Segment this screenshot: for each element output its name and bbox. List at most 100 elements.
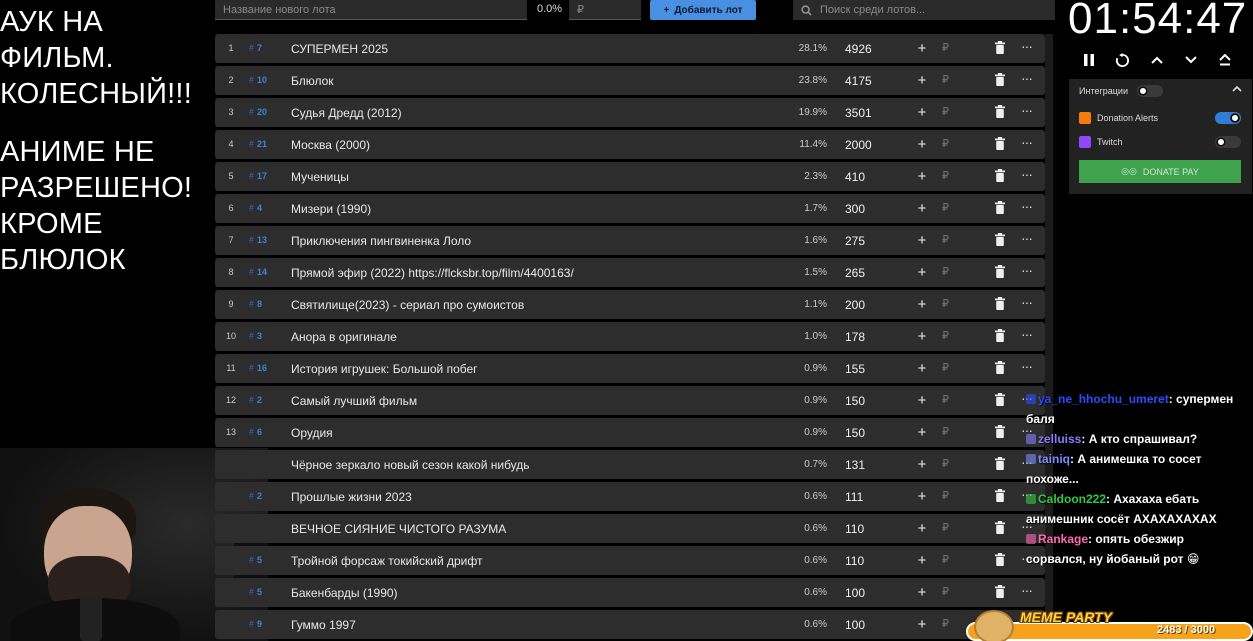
lot-name[interactable]: Москва (2000)	[291, 138, 370, 152]
trash-icon[interactable]	[995, 265, 1005, 278]
pause-icon[interactable]	[1080, 50, 1097, 70]
ruble-input[interactable]: ₽	[942, 393, 949, 406]
lot-name[interactable]: История игрушек: Большой побег	[291, 362, 478, 376]
more-icon[interactable]: ···	[1021, 166, 1033, 182]
lot-row[interactable]: #5 Тройной форсаж токийский дрифт 0.6% 110 +…	[215, 546, 1045, 575]
ruble-input[interactable]: ₽	[942, 521, 949, 534]
lot-name[interactable]: Судья Дредд (2012)	[291, 106, 402, 120]
lot-name[interactable]: СУПЕРМЕН 2025	[291, 42, 388, 56]
lot-name[interactable]: Анора в оригинале	[291, 330, 397, 344]
ruble-input[interactable]: ₽	[942, 553, 949, 566]
ruble-input[interactable]: ₽	[942, 105, 949, 118]
lot-amount[interactable]: 265	[845, 266, 865, 280]
lot-row[interactable]: 9 #8 Святилище(2023) - сериал про сумоисто…	[215, 290, 1045, 319]
lot-row[interactable]: 10 #3 Анора в оригинале 1.0% 178 + ₽ ···	[215, 322, 1045, 351]
ruble-input[interactable]: ₽	[942, 585, 949, 598]
lot-amount[interactable]: 110	[845, 554, 864, 568]
lot-row[interactable]: 11 #16 История игрушек: Большой побег 0.9% 1…	[215, 354, 1045, 383]
plus-icon[interactable]: +	[916, 72, 928, 89]
new-lot-name-input[interactable]	[215, 0, 527, 20]
plus-icon[interactable]: +	[916, 552, 928, 569]
more-icon[interactable]: ···	[1021, 134, 1033, 150]
plus-icon[interactable]: +	[916, 264, 928, 281]
double-up-icon[interactable]	[1216, 50, 1233, 70]
lot-amount[interactable]: 200	[845, 298, 865, 312]
lot-row[interactable]: 13 #6 Орудия 0.9% 150 + ₽ ···	[215, 418, 1045, 447]
ruble-input[interactable]: ₽	[942, 361, 949, 374]
ruble-input[interactable]: ₽	[942, 73, 949, 86]
donate-pay-button[interactable]: ◎◎ DONATE PAY	[1079, 160, 1241, 183]
lot-name[interactable]: Гуммо 1997	[291, 618, 356, 632]
lot-row[interactable]: 3 #20 Судья Дредд (2012) 19.9% 3501 + ₽ ···	[215, 98, 1045, 127]
lot-name[interactable]: Орудия	[291, 426, 333, 440]
trash-icon[interactable]	[995, 489, 1005, 502]
chevron-down-icon[interactable]	[1182, 50, 1199, 70]
lot-name[interactable]: Прямой эфир (2022) https://flcksbr.top/f…	[291, 266, 574, 280]
ruble-input[interactable]: ₽	[942, 233, 949, 246]
reset-icon[interactable]	[1114, 50, 1131, 70]
donation-alerts-toggle[interactable]	[1215, 112, 1241, 124]
lot-name[interactable]: Святилище(2023) - сериал про сумоистов	[291, 298, 524, 312]
lot-name[interactable]: Самый лучший фильм	[291, 394, 417, 408]
lot-row[interactable]: 8 #14 Прямой эфир (2022) https://flcksbr.t…	[215, 258, 1045, 287]
lot-row[interactable]: 4 #21 Москва (2000) 11.4% 2000 + ₽ ···	[215, 130, 1045, 159]
trash-icon[interactable]	[995, 73, 1005, 86]
plus-icon[interactable]: +	[916, 392, 928, 409]
lot-name[interactable]: Блюлок	[291, 74, 334, 88]
more-icon[interactable]: ···	[1021, 358, 1033, 374]
more-icon[interactable]: ···	[1021, 230, 1033, 246]
lot-name[interactable]: Мизери (1990)	[291, 202, 371, 216]
lot-amount[interactable]: 110	[845, 522, 864, 536]
plus-icon[interactable]: +	[916, 456, 928, 473]
plus-icon[interactable]: +	[916, 328, 928, 345]
trash-icon[interactable]	[995, 297, 1005, 310]
trash-icon[interactable]	[995, 105, 1005, 118]
trash-icon[interactable]	[995, 41, 1005, 54]
trash-icon[interactable]	[995, 521, 1005, 534]
lot-row[interactable]: #5 Бакенбарды (1990) 0.6% 100 + ₽ ···	[215, 578, 1045, 607]
lot-name[interactable]: Тройной форсаж токийский дрифт	[291, 554, 482, 568]
lot-name[interactable]: Чёрное зеркало новый сезон какой нибудь	[291, 458, 530, 472]
lot-amount[interactable]: 100	[845, 618, 865, 632]
lot-name[interactable]: Мученицы	[291, 170, 349, 184]
lot-row[interactable]: 1 #7 СУПЕРМЕН 2025 28.1% 4926 + ₽ ···	[215, 34, 1045, 63]
lot-row[interactable]: #2Прошлые жизни 20230.6%111+₽···	[215, 482, 1045, 511]
trash-icon[interactable]	[995, 553, 1005, 566]
twitch-toggle[interactable]	[1215, 136, 1241, 148]
ruble-input[interactable]: ₽	[942, 617, 949, 630]
lot-amount[interactable]: 300	[845, 202, 865, 216]
new-lot-amount-input[interactable]	[569, 0, 641, 20]
lot-row[interactable]: 5 #17 Мученицы 2.3% 410 + ₽ ···	[215, 162, 1045, 191]
lot-amount[interactable]: 150	[845, 394, 865, 408]
plus-icon[interactable]: +	[916, 136, 928, 153]
more-icon[interactable]: ···	[1021, 294, 1033, 310]
plus-icon[interactable]: +	[916, 104, 928, 121]
lot-amount[interactable]: 4175	[845, 74, 872, 88]
trash-icon[interactable]	[995, 169, 1005, 182]
plus-icon[interactable]: +	[916, 40, 928, 57]
plus-icon[interactable]: +	[916, 488, 928, 505]
lot-row[interactable]: #9Гуммо 19970.6%100+₽···	[215, 610, 1045, 639]
ruble-input[interactable]: ₽	[942, 297, 949, 310]
plus-icon[interactable]: +	[916, 520, 928, 537]
plus-icon[interactable]: +	[916, 616, 928, 633]
chevron-up-icon[interactable]	[1232, 83, 1242, 95]
more-icon[interactable]: ···	[1021, 582, 1033, 598]
more-icon[interactable]: ···	[1021, 326, 1033, 342]
trash-icon[interactable]	[995, 585, 1005, 598]
trash-icon[interactable]	[995, 201, 1005, 214]
lot-row[interactable]: 2 #10 Блюлок 23.8% 4175 + ₽ ···	[215, 66, 1045, 95]
plus-icon[interactable]: +	[916, 424, 928, 441]
lot-amount[interactable]: 150	[845, 426, 865, 440]
trash-icon[interactable]	[995, 361, 1005, 374]
add-lot-button[interactable]: + Добавить лот	[650, 0, 756, 20]
more-icon[interactable]: ···	[1021, 70, 1033, 86]
plus-icon[interactable]: +	[916, 360, 928, 377]
lot-row[interactable]: 12#2Самый лучший фильм0.9%150+₽···	[215, 386, 1045, 415]
more-icon[interactable]: ···	[1021, 102, 1033, 118]
lot-amount[interactable]: 4926	[845, 42, 872, 56]
more-icon[interactable]: ···	[1021, 38, 1033, 54]
ruble-input[interactable]: ₽	[942, 201, 949, 214]
search-input[interactable]	[820, 4, 1040, 16]
integrations-toggle[interactable]	[1137, 85, 1163, 97]
